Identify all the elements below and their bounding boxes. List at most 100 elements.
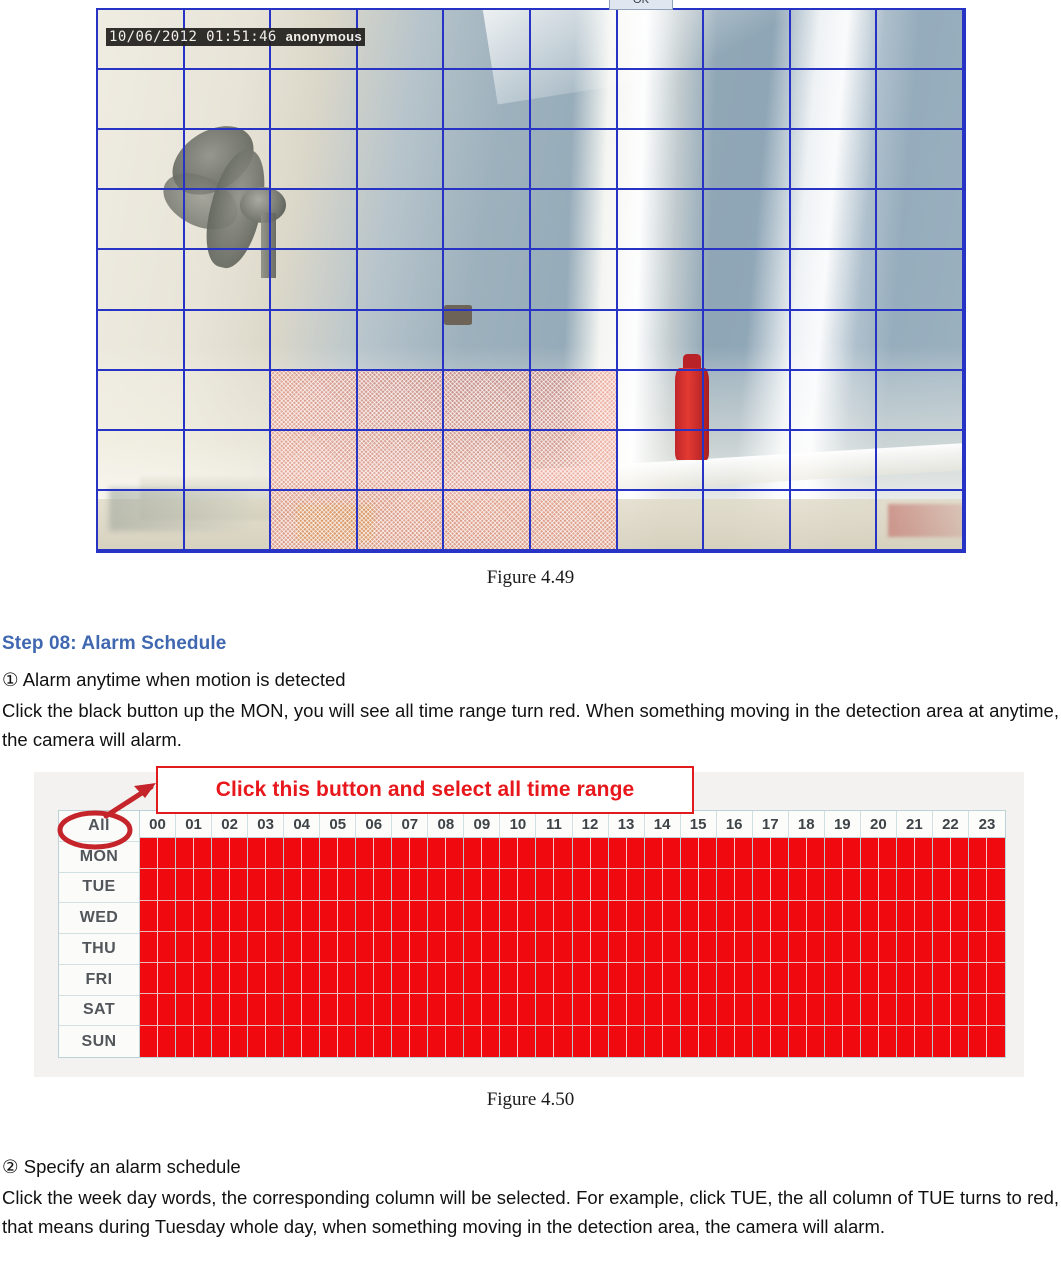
schedule-slot[interactable] (158, 900, 177, 931)
schedule-row-sun[interactable] (140, 1025, 1005, 1057)
schedule-slot[interactable] (392, 900, 411, 931)
detection-cell-selected[interactable] (530, 490, 618, 551)
schedule-slot[interactable] (698, 963, 717, 994)
schedule-slot[interactable] (554, 1025, 573, 1057)
detection-cell[interactable] (790, 190, 878, 251)
schedule-slot[interactable] (878, 994, 897, 1025)
schedule-slot[interactable] (446, 994, 465, 1025)
schedule-slot[interactable] (806, 1025, 825, 1057)
schedule-slot[interactable] (824, 869, 843, 900)
schedule-slot[interactable] (320, 900, 339, 931)
schedule-slot[interactable] (320, 963, 339, 994)
schedule-slot[interactable] (590, 994, 609, 1025)
schedule-slot[interactable] (626, 931, 645, 963)
schedule-slot[interactable] (176, 869, 195, 900)
schedule-slot[interactable] (932, 994, 951, 1025)
detection-cell[interactable] (184, 70, 272, 131)
schedule-day-label-fri[interactable]: FRI (59, 965, 139, 996)
schedule-slot[interactable] (932, 869, 951, 900)
detection-cell[interactable] (790, 310, 878, 371)
detection-cell[interactable] (98, 430, 185, 491)
schedule-slot[interactable] (662, 1025, 681, 1057)
schedule-slot[interactable] (410, 838, 429, 869)
schedule-slot[interactable] (374, 963, 393, 994)
schedule-slot[interactable] (500, 1025, 519, 1057)
schedule-slot[interactable] (968, 900, 987, 931)
detection-cell[interactable] (704, 250, 791, 311)
schedule-row-tue[interactable] (140, 869, 1005, 901)
schedule-slot[interactable] (518, 963, 537, 994)
schedule-slot[interactable] (860, 963, 879, 994)
schedule-slot[interactable] (500, 838, 519, 869)
schedule-slot[interactable] (698, 994, 717, 1025)
schedule-slot[interactable] (626, 838, 645, 869)
schedule-slot[interactable] (986, 994, 1005, 1025)
detection-cell-selected[interactable] (530, 370, 618, 431)
schedule-slot[interactable] (608, 900, 627, 931)
detection-cell[interactable] (357, 70, 445, 131)
schedule-slot[interactable] (806, 963, 825, 994)
detection-cell[interactable] (98, 370, 185, 431)
detection-cell-selected[interactable] (357, 370, 445, 431)
schedule-slot[interactable] (788, 869, 807, 900)
detection-cell[interactable] (877, 190, 964, 251)
schedule-slot[interactable] (374, 838, 393, 869)
schedule-slot[interactable] (914, 838, 933, 869)
detection-cell[interactable] (444, 130, 531, 191)
schedule-slot[interactable] (446, 900, 465, 931)
schedule-slot[interactable] (806, 869, 825, 900)
schedule-slot[interactable] (896, 900, 915, 931)
schedule-slot[interactable] (896, 963, 915, 994)
detection-cell[interactable] (530, 130, 618, 191)
detection-cell[interactable] (98, 310, 185, 371)
schedule-slot[interactable] (230, 1025, 249, 1057)
detection-cell[interactable] (98, 190, 185, 251)
schedule-slot[interactable] (950, 869, 969, 900)
schedule-slot[interactable] (266, 1025, 285, 1057)
schedule-slot[interactable] (428, 869, 447, 900)
schedule-slot[interactable] (770, 931, 789, 963)
detection-cell[interactable] (617, 310, 705, 371)
schedule-slot[interactable] (374, 931, 393, 963)
schedule-slot[interactable] (842, 869, 861, 900)
schedule-slot[interactable] (194, 963, 213, 994)
schedule-slot[interactable] (536, 963, 555, 994)
schedule-slot[interactable] (446, 838, 465, 869)
detection-cell[interactable] (617, 70, 705, 131)
schedule-slot[interactable] (878, 869, 897, 900)
detection-cell[interactable] (98, 70, 185, 131)
schedule-row-labels[interactable]: All MON TUE WED THU FRI SAT SUN (58, 810, 140, 1058)
schedule-slot[interactable] (698, 900, 717, 931)
schedule-slot[interactable] (392, 963, 411, 994)
detection-cell[interactable] (530, 310, 618, 371)
schedule-slot[interactable] (518, 1025, 537, 1057)
schedule-slot[interactable] (284, 994, 303, 1025)
schedule-slot[interactable] (716, 1025, 735, 1057)
motion-detection-grid[interactable] (96, 8, 966, 553)
schedule-slot[interactable] (752, 1025, 771, 1057)
schedule-slot[interactable] (464, 838, 483, 869)
schedule-slot[interactable] (212, 963, 231, 994)
schedule-slot[interactable] (194, 900, 213, 931)
schedule-slot[interactable] (176, 963, 195, 994)
schedule-slot[interactable] (320, 994, 339, 1025)
schedule-slot[interactable] (482, 1025, 501, 1057)
detection-cell-selected[interactable] (444, 430, 531, 491)
schedule-slot[interactable] (392, 931, 411, 963)
schedule-slot[interactable] (914, 994, 933, 1025)
schedule-slot[interactable] (536, 931, 555, 963)
detection-cell[interactable] (444, 250, 531, 311)
schedule-slot[interactable] (428, 838, 447, 869)
schedule-slot[interactable] (230, 963, 249, 994)
schedule-slot[interactable] (590, 838, 609, 869)
detection-cell[interactable] (357, 190, 445, 251)
schedule-slot[interactable] (734, 994, 753, 1025)
schedule-slot[interactable] (446, 931, 465, 963)
detection-cell[interactable] (704, 130, 791, 191)
schedule-slot[interactable] (356, 900, 375, 931)
schedule-slot[interactable] (248, 963, 267, 994)
ok-button[interactable]: OK (609, 0, 673, 10)
schedule-slot[interactable] (410, 1025, 429, 1057)
schedule-slot[interactable] (500, 869, 519, 900)
schedule-slot[interactable] (536, 1025, 555, 1057)
